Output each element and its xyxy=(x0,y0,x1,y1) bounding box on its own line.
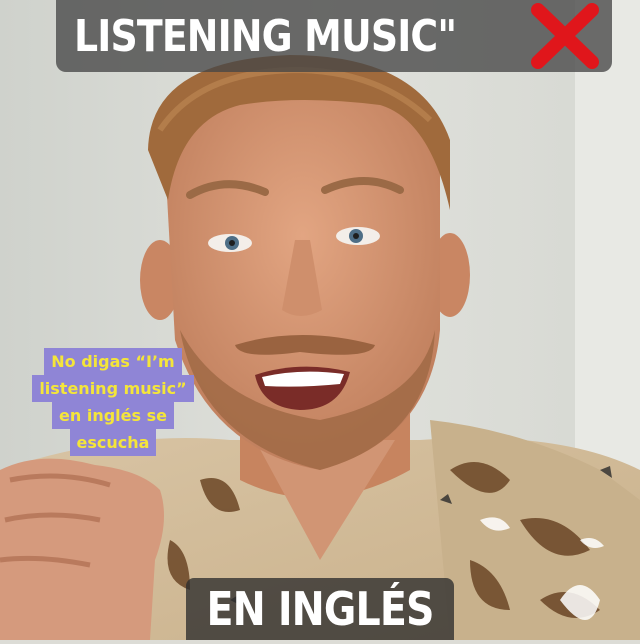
side-caption-line: en inglés se xyxy=(52,402,174,429)
side-caption: No digas “I’m listening music” en inglés… xyxy=(24,348,202,456)
top-caption-banner: LISTENING MUSIC" xyxy=(56,0,612,72)
side-caption-line: listening music” xyxy=(32,375,194,402)
video-frame xyxy=(0,0,640,640)
red-x-icon xyxy=(531,3,599,69)
side-caption-line: No digas “I’m xyxy=(44,348,182,375)
side-caption-line: escucha xyxy=(69,429,157,456)
bottom-caption-text: EN INGLÉS xyxy=(206,582,434,636)
man-photo xyxy=(0,0,640,640)
top-caption-text: LISTENING MUSIC" xyxy=(74,10,457,62)
bottom-caption-banner: EN INGLÉS xyxy=(186,578,454,640)
